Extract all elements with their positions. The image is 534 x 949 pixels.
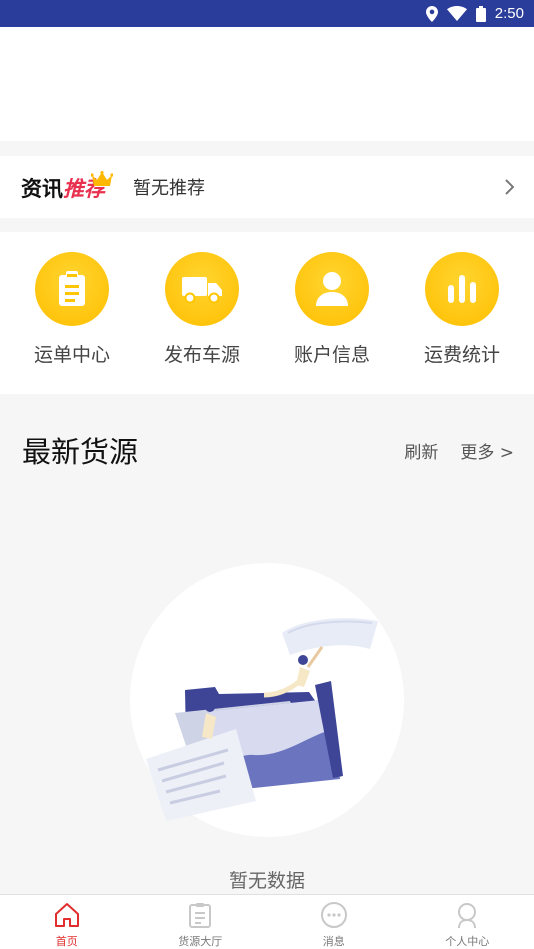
empty-state-text: 暂无数据 [228, 870, 305, 892]
quick-action-label: 发布车源 [163, 344, 240, 366]
tab-label: 首页 [55, 935, 78, 948]
tab-cargo-hall[interactable]: 货源大厅 [134, 895, 268, 949]
truck-icon [165, 252, 239, 326]
quick-action-freight-stats[interactable]: 运费统计 [390, 232, 520, 394]
news-logo: 资讯 推荐 [21, 167, 117, 207]
tab-label: 个人中心 [445, 935, 490, 948]
tab-label: 消息 [322, 935, 345, 948]
tab-messages[interactable]: 消息 [267, 895, 401, 949]
quick-actions: 运单中心 发布车源 账户信息 运费统计 [0, 232, 534, 394]
list-icon [189, 903, 212, 928]
location-icon [425, 5, 438, 22]
tab-home[interactable]: 首页 [0, 895, 134, 949]
quick-action-label: 运费统计 [423, 344, 500, 366]
wifi-icon [446, 6, 467, 21]
quick-action-label: 运单中心 [33, 344, 110, 366]
status-time: 2:50 [494, 5, 524, 22]
home-icon [54, 903, 79, 927]
banner-area [0, 27, 534, 141]
person-icon [458, 903, 477, 929]
empty-state-illustration [130, 563, 404, 837]
section-title: 最新货源 [22, 435, 139, 469]
refresh-button[interactable]: 刷新 [404, 438, 438, 463]
battery-icon [475, 5, 486, 22]
user-icon [295, 252, 369, 326]
news-recommend-bar[interactable]: 资讯 推荐 暂无推荐 [0, 156, 534, 218]
tab-label: 货源大厅 [178, 935, 223, 948]
quick-action-account-info[interactable]: 账户信息 [260, 232, 390, 394]
bottom-tab-bar: 首页 货源大厅 消息 个人中心 [0, 894, 534, 949]
clipboard-icon [35, 252, 109, 326]
quick-action-waybill[interactable]: 运单中心 [0, 232, 130, 394]
quick-action-label: 账户信息 [293, 344, 370, 366]
news-text: 暂无推荐 [133, 178, 205, 199]
tab-profile[interactable]: 个人中心 [401, 895, 534, 949]
bar-chart-icon [425, 252, 499, 326]
chevron-right-icon[interactable] [504, 179, 514, 195]
chat-icon [320, 902, 347, 928]
quick-action-publish-vehicle[interactable]: 发布车源 [130, 232, 260, 394]
more-button[interactable]: 更多 > [460, 438, 514, 463]
news-logo-part1: 资讯 [21, 177, 63, 201]
crown-icon [91, 171, 113, 186]
status-bar: 2:50 [0, 0, 534, 27]
latest-cargo-header: 最新货源 刷新 更多 > [0, 420, 534, 480]
